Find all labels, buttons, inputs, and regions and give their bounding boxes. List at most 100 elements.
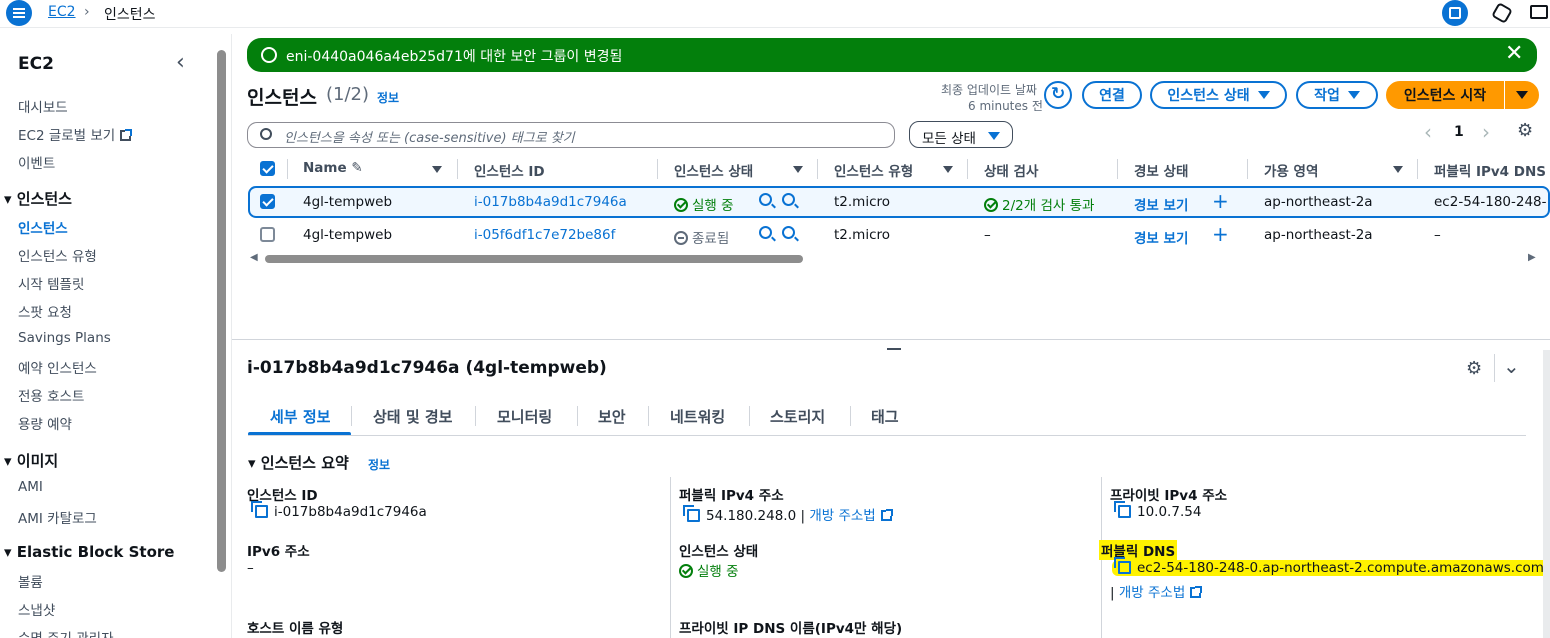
- refresh-button[interactable]: ↻: [1044, 81, 1072, 109]
- sidebar-item-instances[interactable]: 인스턴스: [18, 217, 68, 237]
- cell-instance-type: t2.micro: [834, 194, 891, 210]
- sidebar-item-events[interactable]: 이벤트: [18, 152, 55, 172]
- notifications-icon[interactable]: [1442, 0, 1468, 26]
- value-text: 10.0.7.54: [1137, 504, 1202, 520]
- column-separator: [1247, 159, 1248, 179]
- feedback-icon[interactable]: [1530, 5, 1548, 19]
- top-navigation: EC2 › 인스턴스: [0, 0, 1550, 28]
- column-separator: [457, 159, 458, 179]
- sort-icon[interactable]: [1393, 166, 1403, 173]
- cell-alarm-link[interactable]: 경보 보기: [1134, 194, 1188, 214]
- sidebar-item-spot-requests[interactable]: 스팟 요청: [18, 301, 72, 321]
- external-link-icon: [1190, 586, 1203, 598]
- sidebar-item-volumes[interactable]: 볼륨: [18, 571, 43, 591]
- sidebar-section-instances[interactable]: ▾ 인스턴스: [4, 188, 72, 209]
- copy-icon[interactable]: [1114, 557, 1131, 574]
- summary-info-link[interactable]: 정보: [368, 456, 390, 473]
- copy-icon[interactable]: [1114, 501, 1131, 518]
- sidebar-item-ami-catalog[interactable]: AMI 카탈로그: [18, 507, 97, 527]
- prev-page-icon[interactable]: ‹: [1424, 120, 1432, 144]
- chevron-down-icon[interactable]: ⌄: [1503, 354, 1520, 378]
- tab-storage[interactable]: 스토리지: [770, 406, 825, 427]
- column-header-name[interactable]: Name ✎: [303, 160, 363, 176]
- button-label: 작업: [1314, 88, 1340, 104]
- sidebar-item-savings-plans[interactable]: Savings Plans: [18, 330, 111, 346]
- menu-icon[interactable]: [6, 0, 32, 26]
- sidebar-item-dedicated-hosts[interactable]: 전용 호스트: [18, 385, 84, 405]
- summary-toggle[interactable]: ▾ 인스턴스 요약: [248, 452, 349, 473]
- tab-monitoring[interactable]: 모니터링: [497, 406, 552, 427]
- divider: [1494, 354, 1495, 382]
- state-filter-select[interactable]: 모든 상태: [909, 121, 1013, 148]
- sidebar-item-reserved-instances[interactable]: 예약 인스턴스: [18, 357, 97, 377]
- zoom-in-icon[interactable]: [755, 193, 772, 209]
- settings-gear-icon[interactable]: ⚙: [1466, 358, 1482, 379]
- connect-button[interactable]: 연결: [1082, 81, 1142, 109]
- zoom-in-icon[interactable]: [755, 226, 772, 242]
- select-all-checkbox[interactable]: [260, 161, 275, 176]
- sidebar-item-instance-types[interactable]: 인스턴스 유형: [18, 245, 97, 265]
- breadcrumb-ec2[interactable]: EC2: [48, 4, 76, 20]
- search-input[interactable]: 인스턴스을 속성 또는 (case-sensitive) 태그로 찾기: [247, 122, 895, 148]
- value-text: i-017b8b4a9d1c7946a: [274, 504, 427, 520]
- table-horizontal-scrollbar[interactable]: [265, 255, 803, 263]
- tab-details[interactable]: 세부 정보: [270, 406, 330, 427]
- row-checkbox[interactable]: [260, 194, 275, 209]
- settings-gear-icon[interactable]: ⚙: [1517, 120, 1533, 141]
- info-link[interactable]: 정보: [377, 89, 399, 106]
- success-icon: [984, 198, 998, 212]
- sidebar-section-images[interactable]: ▾ 이미지: [4, 450, 58, 471]
- column-header-public-dns[interactable]: 퍼블릭 IPv4 DNS: [1434, 160, 1546, 180]
- add-alarm-icon[interactable]: +: [1212, 222, 1229, 246]
- launch-options-button[interactable]: [1505, 81, 1539, 109]
- column-header-instance-state[interactable]: 인스턴스 상태: [674, 160, 753, 180]
- sidebar-item-global-view[interactable]: EC2 글로벌 보기: [18, 124, 133, 144]
- actions-button[interactable]: 작업: [1296, 81, 1378, 109]
- launch-instances-button[interactable]: 인스턴스 시작: [1386, 81, 1504, 109]
- scroll-right-icon[interactable]: ▶: [1528, 252, 1536, 263]
- page-number[interactable]: 1: [1454, 124, 1464, 140]
- public-dns-open-address: | 개방 주소법: [1110, 581, 1203, 601]
- copy-icon[interactable]: [251, 501, 268, 518]
- open-address-link[interactable]: 개방 주소법: [809, 508, 875, 524]
- zoom-out-icon[interactable]: [778, 226, 795, 242]
- column-header-status-check[interactable]: 상태 검사: [984, 160, 1038, 180]
- column-header-availability-zone[interactable]: 가용 영역: [1264, 160, 1318, 180]
- sidebar-item-lifecycle-manager[interactable]: 수명 주기 관리자: [18, 627, 114, 638]
- instance-state-button[interactable]: 인스턴스 상태: [1150, 81, 1287, 109]
- open-address-link[interactable]: 개방 주소법: [1119, 585, 1185, 601]
- column-header-instance-id[interactable]: 인스턴스 ID: [474, 160, 545, 180]
- cell-instance-id[interactable]: i-017b8b4a9d1c7946a: [474, 194, 627, 210]
- sort-icon[interactable]: [793, 166, 803, 173]
- resize-handle-icon[interactable]: [887, 348, 901, 350]
- sort-icon[interactable]: [943, 166, 953, 173]
- next-page-icon[interactable]: ›: [1482, 120, 1490, 144]
- column-header-instance-type[interactable]: 인스턴스 유형: [834, 160, 913, 180]
- tab-networking[interactable]: 네트워킹: [670, 406, 725, 427]
- zoom-out-icon[interactable]: [778, 193, 795, 209]
- sort-icon[interactable]: [432, 166, 442, 173]
- sidebar-item-dashboard[interactable]: 대시보드: [18, 96, 68, 116]
- breadcrumb-current: 인스턴스: [104, 7, 156, 23]
- collapse-sidebar-icon[interactable]: ‹: [176, 50, 185, 75]
- cell-public-dns: –: [1434, 227, 1441, 243]
- tab-tags[interactable]: 태그: [871, 406, 899, 427]
- sidebar-item-launch-templates[interactable]: 시작 템플릿: [18, 273, 84, 293]
- add-alarm-icon[interactable]: +: [1212, 189, 1229, 213]
- close-icon[interactable]: ✕: [1505, 41, 1523, 66]
- cell-instance-id[interactable]: i-05f6df1c7e72be86f: [474, 227, 615, 243]
- tab-security[interactable]: 보안: [598, 406, 626, 427]
- column-header-alarm-status[interactable]: 경보 상태: [1134, 160, 1188, 180]
- sidebar-item-capacity-reservations[interactable]: 용량 예약: [18, 413, 72, 433]
- row-checkbox[interactable]: [260, 227, 275, 242]
- tab-status-alarms[interactable]: 상태 및 경보: [373, 406, 452, 427]
- cell-alarm-link[interactable]: 경보 보기: [1134, 227, 1188, 247]
- sidebar-section-ebs[interactable]: ▾ Elastic Block Store: [4, 543, 174, 561]
- sidebar-item-ami[interactable]: AMI: [18, 479, 43, 495]
- scroll-left-icon[interactable]: ◀: [250, 252, 258, 263]
- sidebar-scrollbar[interactable]: [217, 50, 226, 572]
- sidebar-item-snapshots[interactable]: 스냅샷: [18, 599, 55, 619]
- cloudshell-icon[interactable]: [1491, 2, 1513, 24]
- details-scrollbar[interactable]: [1543, 350, 1550, 638]
- copy-icon[interactable]: [683, 505, 700, 522]
